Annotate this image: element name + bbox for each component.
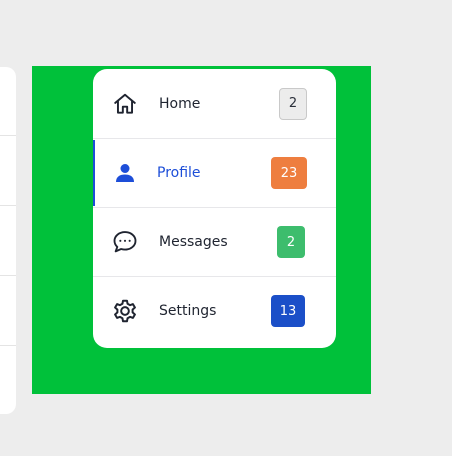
count-badge: 13 — [271, 295, 305, 327]
card-divider — [0, 275, 16, 276]
menu-item-label: Home — [159, 95, 201, 112]
home-icon — [111, 90, 139, 118]
menu-item-home[interactable]: Home 2 — [93, 69, 336, 138]
menu-item-label: Messages — [159, 234, 228, 250]
user-icon — [111, 159, 139, 187]
background-card — [0, 67, 16, 414]
card-divider — [0, 345, 16, 346]
menu-item-profile[interactable]: Profile 23 — [93, 138, 336, 207]
navigation-menu: Home 2 Profile 23 Messages 2 Settings 13 — [93, 69, 336, 348]
card-divider — [0, 205, 16, 206]
menu-item-label: Profile — [157, 165, 201, 181]
menu-item-settings[interactable]: Settings 13 — [93, 276, 336, 345]
menu-item-label: Settings — [159, 303, 217, 319]
count-badge: 2 — [277, 226, 305, 258]
count-badge: 23 — [271, 157, 307, 189]
count-badge: 2 — [279, 87, 307, 120]
chat-bubble-icon — [111, 228, 139, 256]
card-divider — [0, 135, 16, 136]
menu-item-messages[interactable]: Messages 2 — [93, 207, 336, 276]
gear-icon — [111, 297, 139, 325]
